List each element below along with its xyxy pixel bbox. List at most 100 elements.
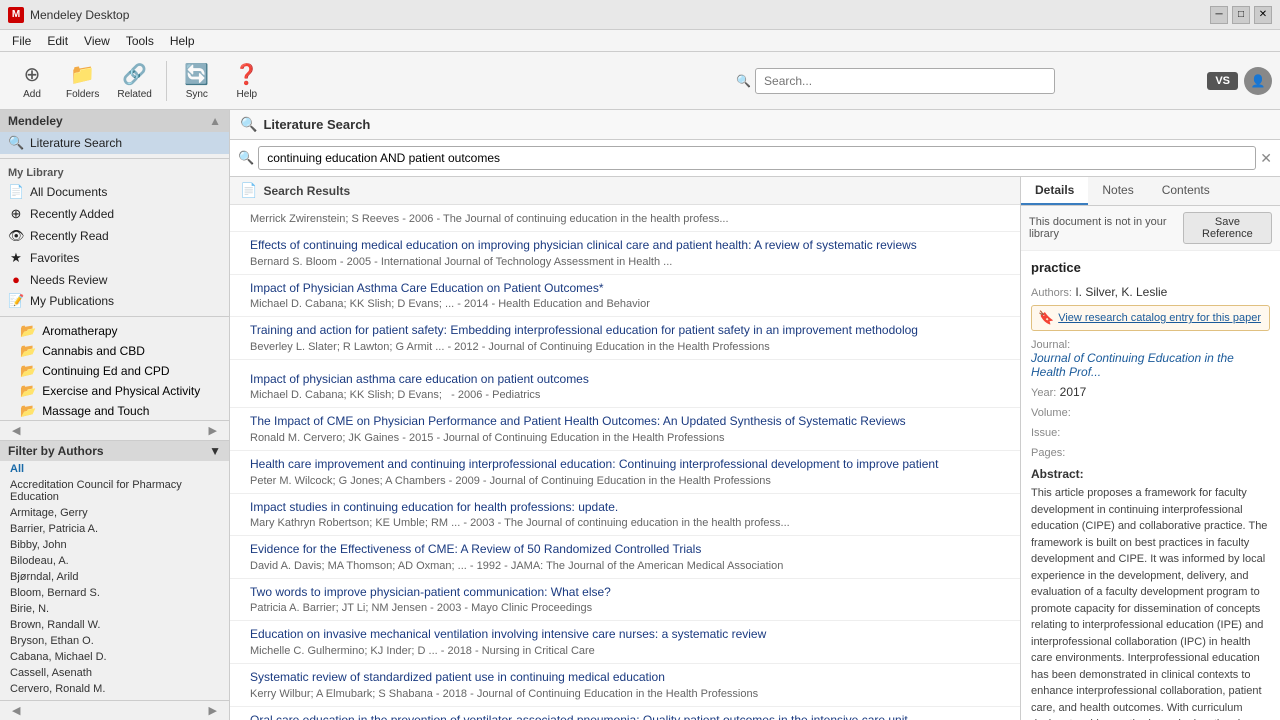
result-item[interactable]: Effects of continuing medical education …	[230, 232, 1020, 275]
sidebar-item-literature-search[interactable]: 🔍 Literature Search	[0, 132, 229, 154]
save-reference-button[interactable]: Save Reference	[1183, 212, 1272, 244]
result-item[interactable]: Impact studies in continuing education f…	[230, 494, 1020, 537]
tab-contents[interactable]: Contents	[1148, 177, 1224, 205]
sidebar-item-needs-review[interactable]: ● Needs Review	[0, 269, 229, 290]
content-area: 🔍 Literature Search 🔍 ✕ 📄 Search Results…	[230, 110, 1280, 720]
result-item[interactable]: Impact of Physician Asthma Care Educatio…	[230, 275, 1020, 318]
filter-item-2[interactable]: Armitage, Gerry	[0, 505, 229, 521]
details-authors-field: Authors: I. Silver, K. Leslie	[1031, 285, 1270, 299]
result-title: Training and action for patient safety: …	[250, 323, 1010, 339]
result-item[interactable]: Health care improvement and continuing i…	[230, 451, 1020, 494]
search-clear-button[interactable]: ✕	[1260, 150, 1272, 167]
sync-label: Sync	[186, 89, 208, 100]
filter-item-11[interactable]: Cabana, Michael D.	[0, 649, 229, 665]
folder-icon-continuing-ed: 📂	[20, 363, 36, 379]
recently-read-label: Recently Read	[30, 229, 221, 243]
filter-item-1[interactable]: Accreditation Council for Pharmacy Educa…	[0, 477, 229, 505]
filter-item-9[interactable]: Brown, Randall W.	[0, 617, 229, 633]
issue-label: Issue:	[1031, 427, 1060, 439]
result-title: The Impact of CME on Physician Performan…	[250, 414, 1010, 430]
sidebar-item-recently-added[interactable]: ⊕ Recently Added	[0, 203, 229, 225]
user-avatar[interactable]: 👤	[1244, 67, 1272, 95]
results-list-header: 📄 Search Results	[230, 177, 1020, 205]
sidebar-folder-continuing-ed[interactable]: 📂 Continuing Ed and CPD	[0, 361, 229, 381]
result-item[interactable]: Two words to improve physician-patient c…	[230, 579, 1020, 622]
my-publications-label: My Publications	[30, 294, 221, 308]
filter-item-8[interactable]: Birie, N.	[0, 601, 229, 617]
details-volume-field: Volume:	[1031, 405, 1270, 419]
sidebar-item-my-publications[interactable]: 📝 My Publications	[0, 290, 229, 312]
result-title: Effects of continuing medical education …	[250, 238, 1010, 254]
add-button[interactable]: ⊕ Add	[8, 58, 56, 104]
filter-item-10[interactable]: Bryson, Ethan O.	[0, 633, 229, 649]
filter-item-7[interactable]: Bloom, Bernard S.	[0, 585, 229, 601]
filter-scroll-left[interactable]: ◀	[8, 703, 24, 718]
help-button[interactable]: ❓ Help	[223, 58, 271, 104]
tab-details[interactable]: Details	[1021, 177, 1088, 205]
result-item[interactable]: Impact of physician asthma care educatio…	[230, 360, 1020, 409]
result-item[interactable]: Systematic review of standardized patien…	[230, 664, 1020, 707]
related-button[interactable]: 🔗 Related	[109, 58, 159, 104]
filter-item-5[interactable]: Bilodeau, A.	[0, 553, 229, 569]
toolbar-search-input[interactable]	[755, 68, 1055, 94]
recently-added-icon: ⊕	[8, 206, 24, 222]
sidebar-scroll-right[interactable]: ▶	[205, 423, 221, 438]
folder-icon-aromatherapy: 📂	[20, 323, 36, 339]
authors-value: I. Silver, K. Leslie	[1075, 285, 1167, 299]
sidebar-folder-cannabis[interactable]: 📂 Cannabis and CBD	[0, 341, 229, 361]
filter-item-12[interactable]: Cassell, Asenath	[0, 665, 229, 681]
result-item[interactable]: Evidence for the Effectiveness of CME: A…	[230, 536, 1020, 579]
sidebar-item-favorites[interactable]: ★ Favorites	[0, 247, 229, 269]
sidebar-toggle-icon[interactable]: ▲	[209, 114, 221, 128]
menu-help[interactable]: Help	[162, 32, 203, 50]
sidebar-scroll-left[interactable]: ◀	[8, 423, 24, 438]
details-title: practice	[1031, 259, 1270, 277]
maximize-button[interactable]: □	[1232, 6, 1250, 24]
result-item[interactable]: Training and action for patient safety: …	[230, 317, 1020, 360]
search-icon: 🔍	[8, 135, 24, 151]
result-meta: Peter M. Wilcock; G Jones; A Chambers - …	[250, 475, 1010, 487]
filter-item-3[interactable]: Barrier, Patricia A.	[0, 521, 229, 537]
filter-collapse-icon[interactable]: ▼	[209, 444, 221, 458]
abstract-text: This article proposes a framework for fa…	[1031, 485, 1270, 720]
folders-button[interactable]: 📁 Folders	[58, 58, 107, 104]
tab-notes[interactable]: Notes	[1088, 177, 1147, 205]
filter-item-6[interactable]: Bjørndal, Arild	[0, 569, 229, 585]
results-list: 📄 Search Results Merrick Zwirenstein; S …	[230, 177, 1020, 720]
sidebar-folder-massage[interactable]: 📂 Massage and Touch	[0, 401, 229, 420]
sidebar-divider-1	[0, 158, 229, 159]
result-title: Health care improvement and continuing i…	[250, 457, 1010, 473]
result-item[interactable]: Oral care education in the prevention of…	[230, 707, 1020, 720]
results-area: 📄 Search Results Merrick Zwirenstein; S …	[230, 177, 1280, 720]
menu-file[interactable]: File	[4, 32, 39, 50]
menu-tools[interactable]: Tools	[118, 32, 162, 50]
result-item[interactable]: Education on invasive mechanical ventila…	[230, 621, 1020, 664]
sync-button[interactable]: 🔄 Sync	[173, 58, 221, 104]
sidebar-folder-exercise[interactable]: 📂 Exercise and Physical Activity	[0, 381, 229, 401]
results-header-label: Search Results	[263, 184, 350, 198]
results-header-icon: 📄	[240, 182, 257, 199]
window-controls[interactable]: ─ □ ✕	[1210, 6, 1272, 24]
menu-view[interactable]: View	[76, 32, 118, 50]
catalog-link[interactable]: 🔖 View research catalog entry for this p…	[1031, 305, 1270, 331]
filter-item-13[interactable]: Cervero, Ronald M.	[0, 681, 229, 697]
result-item[interactable]: The Impact of CME on Physician Performan…	[230, 408, 1020, 451]
search-input[interactable]	[258, 146, 1256, 170]
sidebar-item-all-documents[interactable]: 📄 All Documents	[0, 181, 229, 203]
sidebar-folder-aromatherapy[interactable]: 📂 Aromatherapy	[0, 321, 229, 341]
close-button[interactable]: ✕	[1254, 6, 1272, 24]
result-item[interactable]: Merrick Zwirenstein; S Reeves - 2006 - T…	[230, 205, 1020, 232]
abstract-label: Abstract:	[1031, 467, 1270, 481]
details-year-field: Year: 2017	[1031, 385, 1270, 399]
menu-edit[interactable]: Edit	[39, 32, 76, 50]
titlebar: M Mendeley Desktop ─ □ ✕	[0, 0, 1280, 30]
filter-item-4[interactable]: Bibby, John	[0, 537, 229, 553]
recently-added-label: Recently Added	[30, 207, 221, 221]
minimize-button[interactable]: ─	[1210, 6, 1228, 24]
folder-label-cannabis: Cannabis and CBD	[42, 344, 145, 358]
all-docs-label: All Documents	[30, 185, 221, 199]
filter-scroll-right[interactable]: ▶	[205, 703, 221, 718]
sidebar-item-recently-read[interactable]: 👁 Recently Read	[0, 225, 229, 247]
add-icon: ⊕	[24, 62, 41, 87]
filter-item-all[interactable]: All	[0, 461, 229, 477]
